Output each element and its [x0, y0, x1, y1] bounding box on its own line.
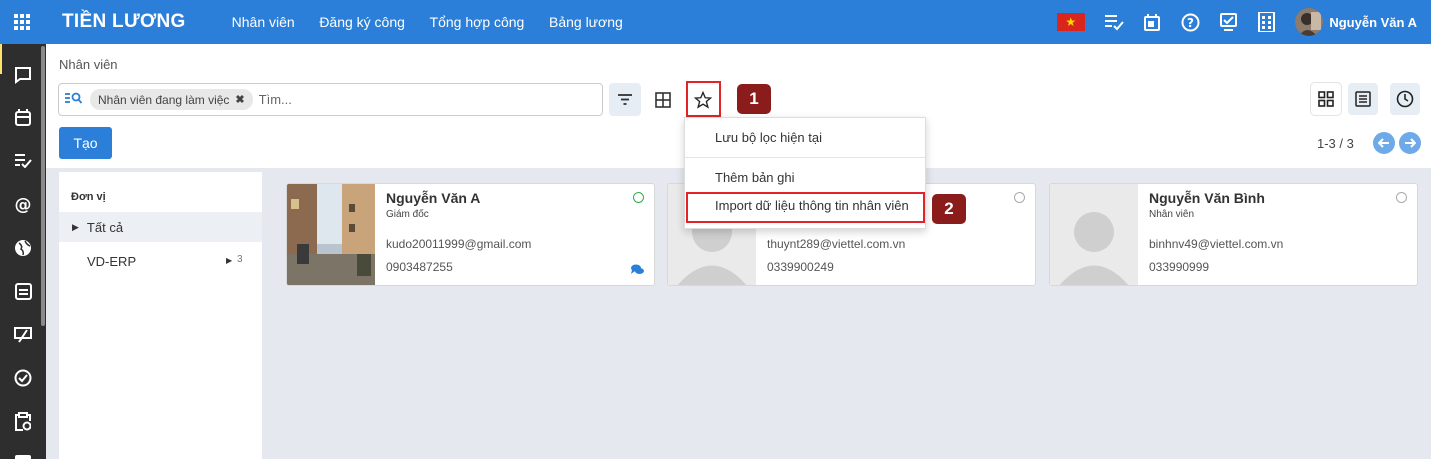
employee-photo: [287, 184, 375, 285]
pager-value[interactable]: 1-3 / 3: [1317, 136, 1354, 151]
user-name[interactable]: Nguyễn Văn A: [1329, 15, 1417, 30]
department-item[interactable]: VD-ERP: [87, 254, 136, 269]
presence-status-icon: [1396, 192, 1407, 203]
employee-name: Nguyễn Văn Bình: [1149, 190, 1265, 206]
pager-next-button[interactable]: [1399, 132, 1421, 154]
group-by-icon: [655, 91, 671, 108]
caret-right-icon: ▶: [72, 221, 79, 232]
department-all[interactable]: ▶ Tất cả: [59, 212, 262, 242]
department-all-label: Tất cả: [86, 219, 124, 235]
top-navbar: TIỀN LƯƠNG Nhân viên Đăng ký công Tổng h…: [0, 0, 1431, 44]
employee-email: thuynt289@viettel.com.vn: [767, 237, 906, 251]
employee-phone: 0339900249: [767, 260, 834, 274]
highlight-import-item: [686, 192, 925, 223]
left-app-sidebar: @: [0, 44, 46, 459]
create-button[interactable]: Tạo: [59, 127, 112, 159]
search-options-icon[interactable]: [65, 92, 83, 107]
discuss-icon[interactable]: [1213, 0, 1243, 44]
add-record-item[interactable]: Thêm bản ghi: [715, 170, 795, 185]
employee-phone: 0903487255: [386, 260, 453, 274]
filter-button[interactable]: [609, 83, 641, 116]
svg-text:@: @: [15, 195, 32, 213]
kanban-view-button[interactable]: [1311, 83, 1341, 115]
dropdown-divider: [685, 157, 925, 158]
document-icon[interactable]: [11, 279, 35, 303]
activity-icon[interactable]: [1099, 0, 1129, 44]
pager-previous-button[interactable]: [1373, 132, 1395, 154]
svg-text:?: ?: [1187, 16, 1194, 30]
kanban-view-icon: [1318, 91, 1334, 107]
main-menu: Nhân viên Đăng ký công Tổng hợp công Bản…: [232, 14, 644, 30]
chat-bubble-icon[interactable]: [11, 63, 35, 87]
next-icon: [1405, 138, 1416, 148]
systray: ★ ? Nguyễn Văn A: [1057, 0, 1431, 44]
presentation-icon[interactable]: [11, 322, 35, 346]
clipboard-clock-icon[interactable]: [11, 409, 35, 433]
globe-icon[interactable]: [11, 236, 35, 260]
activity-view-icon: [1396, 90, 1414, 108]
employee-photo-placeholder: [1050, 184, 1138, 285]
check-circle-icon[interactable]: [11, 366, 35, 390]
employee-card[interactable]: Nguyễn Văn Bình Nhân viên binhnv49@viett…: [1049, 183, 1418, 286]
chat-icon[interactable]: [631, 263, 644, 278]
calendar-icon[interactable]: [1137, 0, 1167, 44]
menu-bang-luong[interactable]: Bảng lương: [549, 14, 623, 30]
sidebar-scrollbar[interactable]: [41, 46, 45, 326]
help-icon[interactable]: ?: [1175, 0, 1205, 44]
at-sign-icon[interactable]: @: [11, 192, 35, 216]
menu-tong-hop-cong[interactable]: Tổng hợp công: [430, 14, 525, 30]
search-facet: Nhân viên đang làm việc ✖: [90, 89, 253, 110]
panel-title: Đơn vị: [71, 191, 106, 203]
group-by-button[interactable]: [647, 83, 679, 116]
menu-nhan-vien[interactable]: Nhân viên: [232, 14, 295, 30]
employee-card[interactable]: Nguyễn Văn A Giám đốc kudo20011999@gmail…: [286, 183, 655, 286]
employee-phone: 033990999: [1149, 260, 1210, 274]
app-title[interactable]: TIỀN LƯƠNG: [62, 11, 186, 33]
activity-icon[interactable]: [11, 148, 35, 172]
user-avatar[interactable]: [1295, 8, 1324, 36]
list-view-button[interactable]: [1348, 83, 1378, 115]
department-count: 3: [237, 254, 243, 265]
board-icon[interactable]: [11, 449, 35, 459]
presence-status-icon: [633, 192, 644, 203]
apps-grid-icon[interactable]: [0, 0, 44, 44]
caret-right-icon[interactable]: ▶: [226, 256, 232, 265]
filter-icon: [618, 94, 632, 105]
presence-status-icon: [1014, 192, 1025, 203]
employee-job: Giám đốc: [386, 209, 429, 220]
save-current-filter-item[interactable]: Lưu bộ lọc hiện tại: [715, 130, 822, 145]
search-input[interactable]: [258, 92, 579, 107]
employee-email: kudo20011999@gmail.com: [386, 237, 532, 251]
menu-dang-ky-cong[interactable]: Đăng ký công: [319, 14, 405, 30]
calendar-icon[interactable]: [11, 105, 35, 129]
step-marker-1: 1: [737, 84, 771, 114]
step-marker-2: 2: [932, 194, 966, 224]
search-bar[interactable]: Nhân viên đang làm việc ✖: [58, 83, 603, 116]
facet-remove-icon[interactable]: ✖: [235, 93, 244, 106]
prev-icon: [1378, 138, 1389, 148]
list-view-icon: [1355, 91, 1371, 107]
facet-label: Nhân viên đang làm việc: [98, 92, 230, 107]
employee-job: Nhân viên: [1149, 209, 1195, 220]
language-flag-icon[interactable]: ★: [1057, 13, 1086, 31]
activity-view-button[interactable]: [1390, 83, 1420, 115]
breadcrumb[interactable]: Nhân viên: [59, 57, 118, 72]
company-icon[interactable]: [1251, 0, 1281, 44]
sidebar-accent: [0, 44, 2, 74]
employee-email: binhnv49@viettel.com.vn: [1149, 237, 1284, 251]
department-panel: Đơn vị ▶ Tất cả VD-ERP ▶ 3: [59, 172, 262, 459]
highlight-favorites: [686, 81, 721, 117]
employee-name: Nguyễn Văn A: [386, 190, 481, 206]
